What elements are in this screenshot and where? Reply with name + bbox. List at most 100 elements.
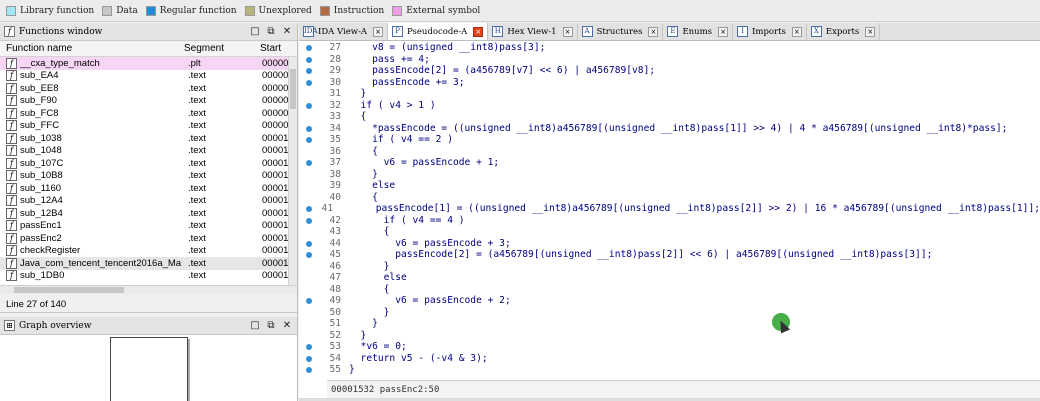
breakpoint-gutter[interactable] [299,203,322,215]
function-row[interactable]: fsub_1160 .text 000011 [0,182,288,195]
executable-line-dot-icon[interactable] [306,240,312,247]
breakpoint-gutter[interactable] [299,192,329,204]
close-icon[interactable]: × [562,26,573,37]
function-row[interactable]: fpassEnc2 .text 000014 [0,232,288,245]
tab-imports[interactable]: I Imports × [733,23,807,40]
breakpoint-gutter[interactable] [299,353,329,365]
code-line[interactable]: 44 v6 = passEncode + 3; [299,238,1040,250]
breakpoint-gutter[interactable] [299,134,329,146]
scrollbar-thumb[interactable] [290,69,296,109]
close-icon[interactable]: × [373,26,384,37]
function-row[interactable]: fsub_107C .text 000010 [0,157,288,170]
breakpoint-gutter[interactable] [299,249,329,261]
functions-vertical-scrollbar[interactable] [288,57,297,285]
function-row[interactable]: fsub_10B8 .text 000010 [0,170,288,183]
code-line[interactable]: 40 { [299,192,1040,204]
code-line[interactable]: 55} [299,364,1040,376]
code-line[interactable]: 39 else [299,180,1040,192]
executable-line-dot-icon[interactable] [306,355,312,362]
close-icon[interactable]: ✕ [281,26,293,38]
function-row[interactable]: f Java_com_tencent_tencent2016a_Ma... .tex… [0,257,288,270]
code-line[interactable]: 51 } [299,318,1040,330]
function-row[interactable]: fsub_FFC .text 000000 [0,120,288,133]
close-icon[interactable]: ✕ [281,320,293,332]
function-row[interactable]: fsub_EE8 .text 000000 [0,82,288,95]
executable-line-dot-icon[interactable] [306,56,312,63]
code-line[interactable]: 41 passEncode[1] = ((unsigned __int8)a45… [299,203,1040,215]
function-row[interactable]: fsub_FC8 .text 000000 [0,107,288,120]
breakpoint-gutter[interactable] [299,111,329,123]
tab-hex-view-1[interactable]: H Hex View-1 × [488,23,578,40]
function-row[interactable]: fsub_12A4 .text 000012 [0,195,288,208]
code-line[interactable]: 36 { [299,146,1040,158]
code-line[interactable]: 38 } [299,169,1040,181]
close-icon[interactable]: × [865,26,876,37]
executable-line-dot-icon[interactable] [306,344,312,350]
breakpoint-gutter[interactable] [299,307,329,319]
breakpoint-gutter[interactable] [299,88,329,100]
breakpoint-gutter[interactable] [299,146,329,158]
function-row[interactable]: fpassEnc1 .text 000014 [0,220,288,233]
restore-icon[interactable]: □ [249,320,261,332]
code-line[interactable]: 42 if ( v4 == 4 ) [299,215,1040,227]
close-icon[interactable]: × [718,26,729,37]
code-line[interactable]: 34 *passEncode = ((unsigned __int8)a4567… [299,123,1040,135]
breakpoint-gutter[interactable] [299,330,329,342]
executable-line-dot-icon[interactable] [306,367,312,373]
column-header-start[interactable]: Start [254,43,284,54]
graph-overview-canvas[interactable] [0,335,297,401]
tab-ida-view-a[interactable]: IDA IDA View-A × [299,23,389,40]
executable-line-dot-icon[interactable] [306,217,312,224]
tab-pseudocode-a[interactable]: P Pseudocode-A × [388,23,489,40]
code-line[interactable]: 46 } [299,261,1040,273]
function-row[interactable]: fcheckRegister .text 000016 [0,245,288,258]
breakpoint-gutter[interactable] [299,295,329,307]
executable-line-dot-icon[interactable] [306,137,312,143]
executable-line-dot-icon[interactable] [306,102,312,109]
breakpoint-gutter[interactable] [299,157,329,169]
close-icon[interactable]: × [648,26,659,37]
breakpoint-gutter[interactable] [299,54,329,66]
breakpoint-gutter[interactable] [299,238,329,250]
executable-line-dot-icon[interactable] [306,45,312,51]
breakpoint-gutter[interactable] [299,77,329,89]
graph-node-box[interactable] [110,337,188,401]
breakpoint-gutter[interactable] [299,226,329,238]
code-line[interactable]: 48 { [299,284,1040,296]
float-icon[interactable]: ⧉ [265,26,277,38]
code-line[interactable]: 28 pass += 4; [299,54,1040,66]
breakpoint-gutter[interactable] [299,100,329,112]
code-line[interactable]: 30 passEncode += 3; [299,77,1040,89]
code-line[interactable]: 43 { [299,226,1040,238]
breakpoint-gutter[interactable] [299,180,329,192]
code-line[interactable]: 52 } [299,330,1040,342]
column-header-function-name[interactable]: Function name [0,43,178,54]
code-line[interactable]: 35 if ( v4 == 2 ) [299,134,1040,146]
breakpoint-gutter[interactable] [299,261,329,273]
function-row[interactable]: fsub_1DB0 .text 000010 [0,270,288,283]
tab-exports[interactable]: X Exports × [807,23,881,40]
executable-line-dot-icon[interactable] [306,252,312,258]
function-row[interactable]: fsub_1038 .text 000010 [0,132,288,145]
executable-line-dot-icon[interactable] [306,206,312,212]
tab-enums[interactable]: E Enums × [663,23,734,40]
executable-line-dot-icon[interactable] [306,79,312,86]
code-line[interactable]: 29 passEncode[2] = (a456789[v7] << 6) | … [299,65,1040,77]
code-line[interactable]: 32 if ( v4 > 1 ) [299,100,1040,112]
code-line[interactable]: 33 { [299,111,1040,123]
code-line[interactable]: 53 *v6 = 0; [299,341,1040,353]
functions-horizontal-scrollbar[interactable] [0,285,297,294]
restore-icon[interactable]: □ [249,26,261,38]
code-line[interactable]: 47 else [299,272,1040,284]
breakpoint-gutter[interactable] [299,169,329,181]
function-row[interactable]: f__cxa_type_match .plt 000000 [0,57,288,70]
code-line[interactable]: 50 } [299,307,1040,319]
code-line[interactable]: 49 v6 = passEncode + 2; [299,295,1040,307]
pseudocode-view[interactable]: 27 v8 = (unsigned __int8)pass[3]; 28 pass… [299,42,1040,379]
code-line[interactable]: 31 } [299,88,1040,100]
tab-structures[interactable]: A Structures × [578,23,664,40]
executable-line-dot-icon[interactable] [306,125,312,132]
code-line[interactable]: 27 v8 = (unsigned __int8)pass[3]; [299,42,1040,54]
function-row[interactable]: fsub_12B4 .text 000012 [0,207,288,220]
executable-line-dot-icon[interactable] [306,160,312,166]
